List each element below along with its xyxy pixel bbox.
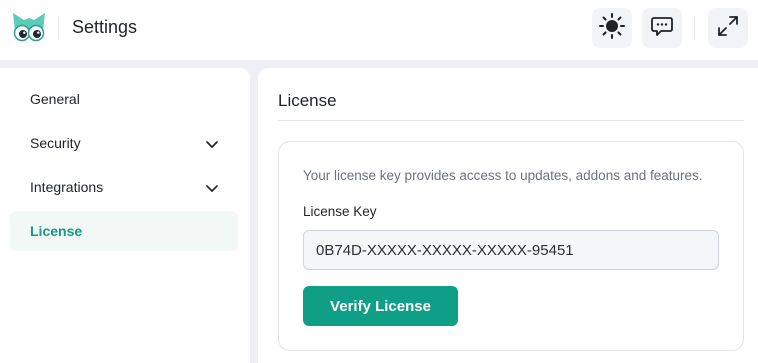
sidebar-item-integrations[interactable]: Integrations (10, 167, 238, 207)
sidebar-item-label: General (30, 91, 80, 107)
sidebar-item-label: Integrations (30, 179, 104, 195)
license-key-input[interactable] (303, 230, 719, 270)
header-divider-right (694, 16, 695, 40)
header-divider (58, 16, 59, 40)
license-description: Your license key provides access to upda… (303, 168, 703, 183)
feedback-button[interactable] (642, 8, 682, 48)
settings-sidebar: General Security Integrations License (0, 68, 250, 363)
owl-logo-icon (10, 11, 48, 45)
chevron-down-icon (204, 180, 220, 196)
chat-bubble-icon (650, 14, 674, 43)
license-card: Your license key provides access to upda… (278, 141, 744, 351)
theme-toggle-button[interactable] (592, 8, 632, 48)
expand-arrows-icon (716, 14, 740, 43)
verify-license-button[interactable]: Verify License (303, 286, 458, 326)
app-header: Settings (0, 0, 758, 60)
license-key-label: License Key (303, 204, 377, 219)
sidebar-item-general[interactable]: General (10, 79, 238, 119)
section-divider (278, 120, 744, 121)
sidebar-item-label: Security (30, 135, 81, 151)
sidebar-item-label: License (30, 223, 83, 239)
sidebar-item-security[interactable]: Security (10, 123, 238, 163)
expand-button[interactable] (708, 8, 748, 48)
sidebar-item-license[interactable]: License (10, 211, 238, 251)
sun-icon (598, 12, 626, 45)
section-title: License (278, 91, 337, 110)
license-panel: License Your license key provides access… (258, 68, 758, 363)
page-title: Settings (72, 17, 138, 37)
chevron-down-icon (204, 136, 220, 152)
